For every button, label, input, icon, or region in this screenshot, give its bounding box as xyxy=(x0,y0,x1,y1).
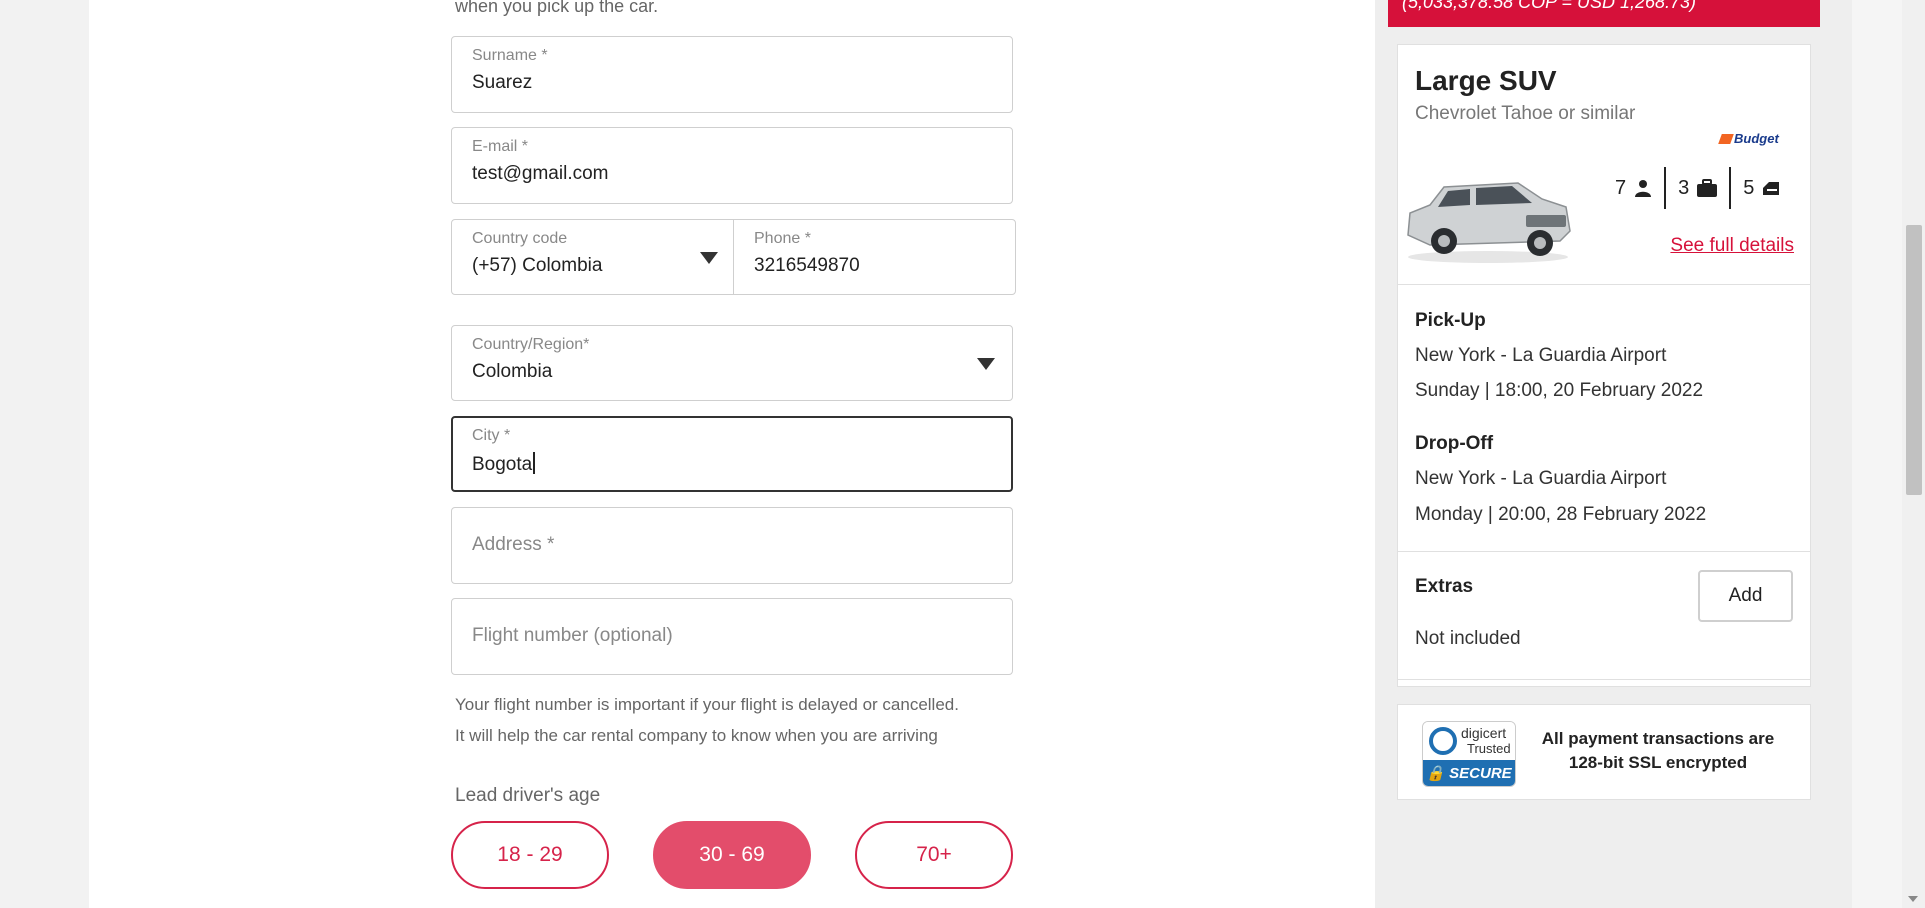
country-code-value: (+57) Colombia xyxy=(472,255,603,276)
person-icon xyxy=(1635,180,1652,197)
suitcase-icon xyxy=(1697,179,1718,197)
scrollbar-thumb[interactable] xyxy=(1906,225,1922,495)
car-category-title: Large SUV xyxy=(1415,65,1557,96)
page-scrollbar[interactable] xyxy=(1902,0,1925,908)
price-conversion-text: (5,033,378.58 COP = USD 1,268.73) xyxy=(1402,0,1697,12)
booking-summary-card: Large SUV Chevrolet Tahoe or similar Bud… xyxy=(1397,44,1811,687)
chevron-down-icon xyxy=(700,252,718,264)
ssl-message: All payment transactions are 128-bit SSL… xyxy=(1541,729,1775,772)
chevron-down-icon xyxy=(977,358,995,370)
car-door-icon xyxy=(1763,182,1780,195)
city-field[interactable]: City * Bogota xyxy=(451,416,1013,492)
seal-brand: digicert xyxy=(1461,725,1507,741)
divider xyxy=(1398,284,1810,285)
extras-heading: Extras xyxy=(1415,576,1474,597)
page-background-left xyxy=(0,0,50,908)
digicert-logo-icon xyxy=(1429,727,1457,755)
phone-label: Phone * xyxy=(754,230,811,247)
car-model-subtitle: Chevrolet Tahoe or similar xyxy=(1415,103,1636,124)
country-code-select[interactable]: Country code (+57) Colombia xyxy=(452,220,733,294)
see-full-details-link[interactable]: See full details xyxy=(1670,235,1794,257)
text-cursor xyxy=(533,452,536,474)
seal-top: digicert Trusted xyxy=(1423,722,1515,760)
doors-spec: 5 xyxy=(1729,167,1792,209)
digicert-seal[interactable]: digicert Trusted 🔒 SECURE xyxy=(1422,721,1516,787)
phone-value: 3216549870 xyxy=(754,255,860,276)
car-specs: 7 3 5 xyxy=(1603,167,1792,209)
email-value: test@gmail.com xyxy=(472,163,609,184)
age-option-30-69[interactable]: 30 - 69 xyxy=(653,821,811,889)
dropoff-heading: Drop-Off xyxy=(1415,433,1494,454)
dropoff-location: New York - La Guardia Airport xyxy=(1415,468,1667,489)
scroll-down-arrow-icon[interactable] xyxy=(1908,896,1918,902)
seats-spec: 7 xyxy=(1603,167,1664,209)
surname-value: Suarez xyxy=(472,72,533,93)
flight-number-placeholder: Flight number (optional) xyxy=(472,625,673,646)
seal-secure-bar: 🔒 SECURE xyxy=(1423,760,1515,786)
seal-trusted: Trusted xyxy=(1467,741,1511,756)
security-badge-card: digicert Trusted 🔒 SECURE All payment tr… xyxy=(1397,704,1811,800)
address-placeholder: Address * xyxy=(472,534,555,555)
divider xyxy=(1398,551,1810,552)
doors-count: 5 xyxy=(1743,176,1755,199)
bags-count: 3 xyxy=(1678,176,1690,199)
pickup-heading: Pick-Up xyxy=(1415,310,1486,331)
dropoff-datetime: Monday | 20:00, 28 February 2022 xyxy=(1415,504,1707,525)
budget-logo: Budget xyxy=(1718,131,1779,146)
page-background-right xyxy=(1852,0,1902,908)
flight-number-field[interactable]: Flight number (optional) xyxy=(451,598,1013,675)
extras-status: Not included xyxy=(1415,628,1521,649)
city-value-wrap: Bogota xyxy=(472,452,536,476)
seats-count: 7 xyxy=(1615,176,1627,199)
email-label: E-mail * xyxy=(472,138,529,155)
age-option-70-plus[interactable]: 70+ xyxy=(855,821,1013,889)
phone-group: Country code (+57) Colombia Phone * 3216… xyxy=(451,219,1016,295)
surname-label: Surname * xyxy=(472,47,548,64)
seal-secure-text: SECURE xyxy=(1449,765,1512,782)
add-extras-button[interactable]: Add xyxy=(1698,570,1793,622)
divider xyxy=(1398,679,1810,680)
address-field[interactable]: Address * xyxy=(451,507,1013,584)
brand-name: Budget xyxy=(1734,131,1779,146)
phone-input[interactable]: Phone * 3216549870 xyxy=(734,220,1016,294)
country-region-label: Country/Region* xyxy=(472,336,590,353)
budget-mark-icon xyxy=(1718,134,1734,144)
surname-field[interactable]: Surname * Suarez xyxy=(451,36,1013,113)
age-option-18-29[interactable]: 18 - 29 xyxy=(451,821,609,889)
driver-details-note: when you pick up the car. xyxy=(455,0,659,16)
country-region-value: Colombia xyxy=(472,361,553,382)
lock-icon: 🔒 xyxy=(1426,765,1445,782)
flight-help-text-2: It will help the car rental company to k… xyxy=(455,726,938,745)
country-region-select[interactable]: Country/Region* Colombia xyxy=(451,325,1013,401)
bags-spec: 3 xyxy=(1664,167,1729,209)
price-conversion-banner: (5,033,378.58 COP = USD 1,268.73) xyxy=(1388,0,1820,27)
email-field[interactable]: E-mail * test@gmail.com xyxy=(451,127,1013,204)
pickup-datetime: Sunday | 18:00, 20 February 2022 xyxy=(1415,380,1704,401)
driver-age-label: Lead driver's age xyxy=(455,785,601,806)
city-label: City * xyxy=(472,427,511,444)
pickup-location: New York - La Guardia Airport xyxy=(1415,345,1667,366)
flight-help-text-1: Your flight number is important if your … xyxy=(455,695,959,714)
city-value: Bogota xyxy=(472,454,533,475)
country-code-label: Country code xyxy=(472,230,568,247)
car-image xyxy=(1407,182,1571,263)
